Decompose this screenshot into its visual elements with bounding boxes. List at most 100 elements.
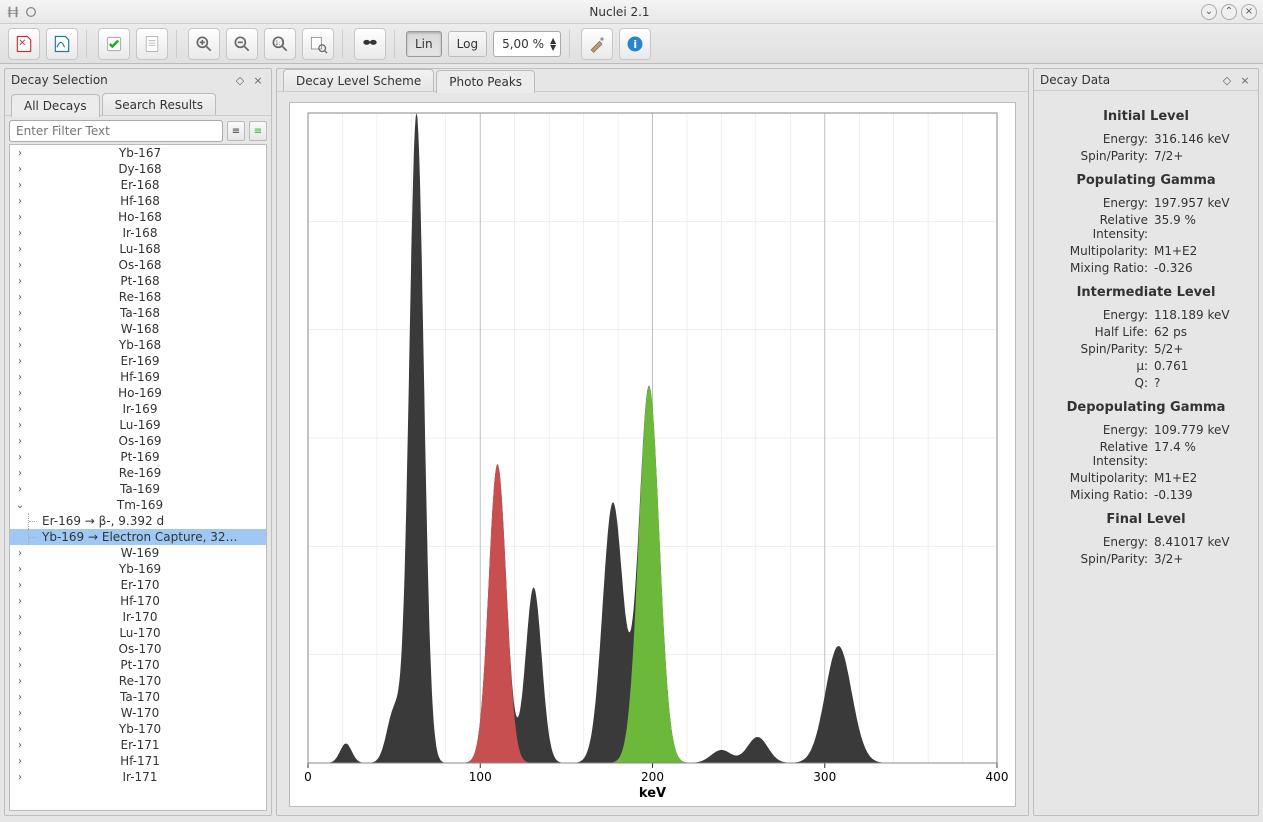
- section-heading: Depopulating Gamma: [1042, 400, 1250, 415]
- zoom-out-button[interactable]: [226, 28, 258, 60]
- tree-item[interactable]: Er-169: [10, 353, 266, 369]
- decay-data-panel: Decay Data ◇ × Initial Level Energy:316.1…: [1033, 68, 1259, 816]
- close-button[interactable]: ×: [1241, 4, 1257, 20]
- tree-item[interactable]: Ta-170: [10, 689, 266, 705]
- scale-linear-button[interactable]: Lin: [406, 31, 442, 57]
- zoom-actual-button[interactable]: 1:1: [264, 28, 296, 60]
- svg-text:300: 300: [813, 770, 836, 784]
- collapse-all-button[interactable]: ≡: [249, 121, 267, 141]
- export-pdf-button[interactable]: [8, 28, 40, 60]
- filter-input[interactable]: [9, 120, 223, 142]
- decay-selection-panel: Decay Selection ◇ × All Decays Search Re…: [4, 68, 272, 816]
- close-panel-icon[interactable]: ×: [251, 73, 265, 87]
- app-status-icon: [24, 5, 38, 19]
- tree-item[interactable]: Yb-169: [10, 561, 266, 577]
- titlebar: Nuclei 2.1 ⌄ ⌃ ×: [0, 0, 1263, 24]
- tree-item[interactable]: Ir-170: [10, 609, 266, 625]
- tree-item[interactable]: Ta-169: [10, 481, 266, 497]
- window-title: Nuclei 2.1: [38, 5, 1201, 19]
- right-panel-title: Decay Data: [1040, 73, 1110, 87]
- data-row: Half Life:62 ps: [1042, 325, 1250, 339]
- tree-item[interactable]: Ir-171: [10, 769, 266, 785]
- tree-item[interactable]: Os-170: [10, 641, 266, 657]
- svg-text:100: 100: [469, 770, 492, 784]
- tree-item[interactable]: Yb-169 → Electron Capture, 32…: [10, 529, 266, 545]
- undock-icon[interactable]: ◇: [233, 73, 247, 87]
- info-button[interactable]: i: [619, 28, 651, 60]
- tree-item[interactable]: Dy-168: [10, 161, 266, 177]
- tree-item[interactable]: Yb-170: [10, 721, 266, 737]
- zoom-region-button[interactable]: [302, 28, 334, 60]
- tree-item[interactable]: Pt-170: [10, 657, 266, 673]
- tree-item[interactable]: Re-168: [10, 289, 266, 305]
- tree-item[interactable]: Ir-169: [10, 401, 266, 417]
- data-row: µ:0.761: [1042, 359, 1250, 373]
- tree-item[interactable]: Ir-168: [10, 225, 266, 241]
- tab-search-results[interactable]: Search Results: [102, 93, 216, 116]
- tree-item[interactable]: Ho-169: [10, 385, 266, 401]
- tree-item[interactable]: Hf-170: [10, 593, 266, 609]
- tree-item[interactable]: W-168: [10, 321, 266, 337]
- resolution-value: 5,00 %: [502, 37, 544, 51]
- tree-item[interactable]: Hf-168: [10, 193, 266, 209]
- tree-item[interactable]: Re-170: [10, 673, 266, 689]
- tree-item[interactable]: Pt-169: [10, 449, 266, 465]
- tree-item[interactable]: Er-169 → β-, 9.392 d: [10, 513, 266, 529]
- tree-item[interactable]: Lu-168: [10, 241, 266, 257]
- data-row: Q:?: [1042, 376, 1250, 390]
- data-row: Spin/Parity:5/2+: [1042, 342, 1250, 356]
- export-svg-button[interactable]: [46, 28, 78, 60]
- tree-item[interactable]: Pt-168: [10, 273, 266, 289]
- tree-item[interactable]: Os-169: [10, 433, 266, 449]
- left-panel-title: Decay Selection: [11, 73, 108, 87]
- tab-decay-level-scheme[interactable]: Decay Level Scheme: [283, 69, 434, 92]
- section-heading: Final Level: [1042, 512, 1250, 527]
- tree-item[interactable]: Hf-171: [10, 753, 266, 769]
- tree-item[interactable]: W-170: [10, 705, 266, 721]
- find-button[interactable]: [354, 28, 386, 60]
- section-heading: Initial Level: [1042, 109, 1250, 124]
- scale-log-button[interactable]: Log: [448, 31, 487, 57]
- zoom-in-button[interactable]: [188, 28, 220, 60]
- svg-text:0: 0: [304, 770, 312, 784]
- resolution-combo[interactable]: 5,00 % ▲▼: [493, 31, 561, 57]
- select-all-button[interactable]: [98, 28, 130, 60]
- data-row: Multipolarity:M1+E2: [1042, 244, 1250, 258]
- tree-item[interactable]: Er-170: [10, 577, 266, 593]
- close-right-icon[interactable]: ×: [1238, 73, 1252, 87]
- tree-item[interactable]: W-169: [10, 545, 266, 561]
- tab-all-decays[interactable]: All Decays: [11, 94, 100, 117]
- tree-item[interactable]: Tm-169: [10, 497, 266, 513]
- svg-text:400: 400: [986, 770, 1009, 784]
- photo-peaks-chart[interactable]: 0100200300400keV: [289, 102, 1016, 807]
- tree-item[interactable]: Lu-170: [10, 625, 266, 641]
- maximize-button[interactable]: ⌃: [1221, 4, 1237, 20]
- report-button[interactable]: [136, 28, 168, 60]
- data-row: Mixing Ratio:-0.139: [1042, 488, 1250, 502]
- svg-text:200: 200: [641, 770, 664, 784]
- tree-item[interactable]: Er-171: [10, 737, 266, 753]
- tree-item[interactable]: Lu-169: [10, 417, 266, 433]
- tree-item[interactable]: Os-168: [10, 257, 266, 273]
- decay-tree[interactable]: Yb-167Dy-168Er-168Hf-168Ho-168Ir-168Lu-1…: [10, 145, 266, 810]
- tree-item[interactable]: Er-168: [10, 177, 266, 193]
- tree-item[interactable]: Yb-168: [10, 337, 266, 353]
- data-row: Energy:8.41017 keV: [1042, 535, 1250, 549]
- tree-item[interactable]: Ta-168: [10, 305, 266, 321]
- app-icon: [6, 5, 20, 19]
- data-row: Energy:316.146 keV: [1042, 132, 1250, 146]
- tree-item[interactable]: Re-169: [10, 465, 266, 481]
- settings-button[interactable]: [581, 28, 613, 60]
- tree-item[interactable]: Yb-167: [10, 145, 266, 161]
- expand-all-button[interactable]: ≡: [227, 121, 245, 141]
- app-window: Nuclei 2.1 ⌄ ⌃ × 1:1 Lin Log 5,00 % ▲▼ i: [0, 0, 1263, 822]
- tree-item[interactable]: Hf-169: [10, 369, 266, 385]
- data-row: Relative Intensity:17.4 %: [1042, 440, 1250, 468]
- minimize-button[interactable]: ⌄: [1201, 4, 1217, 20]
- undock-right-icon[interactable]: ◇: [1220, 73, 1234, 87]
- tab-photo-peaks[interactable]: Photo Peaks: [436, 70, 535, 93]
- tree-item[interactable]: Ho-168: [10, 209, 266, 225]
- data-row: Energy:118.189 keV: [1042, 308, 1250, 322]
- data-row: Spin/Parity:3/2+: [1042, 552, 1250, 566]
- svg-text:i: i: [633, 38, 637, 51]
